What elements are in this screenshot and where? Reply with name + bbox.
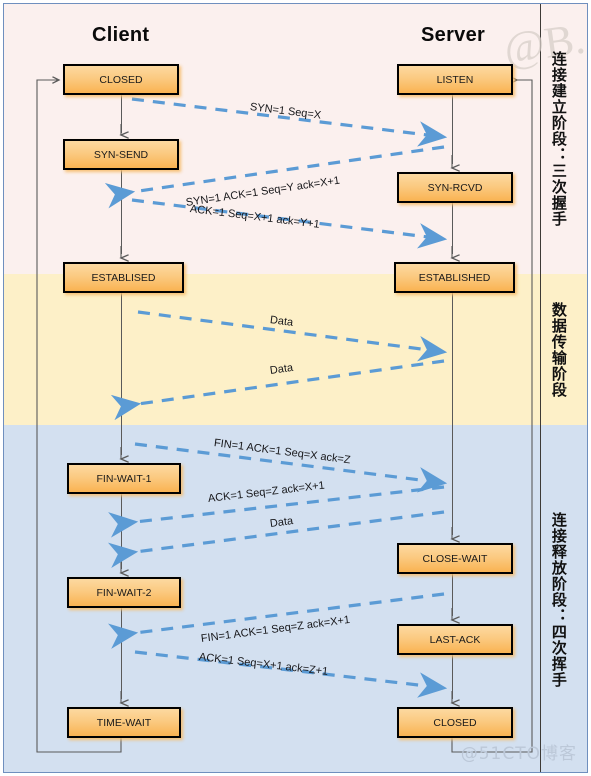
state-node-server-closed: CLOSED [397,707,513,738]
lifeline-server-1 [452,95,453,164]
state-node-server-last-ack: LAST-ACK [397,624,513,655]
state-node-label: SYN-RCVD [427,181,483,194]
phase-label-release: 连接释放阶段：四次挥手 [549,511,568,688]
state-node-client-fin-wait-2: FIN-WAIT-2 [67,577,181,608]
phase-label-data: 数据传输阶段 [549,301,568,398]
state-node-label: CLOSED [99,73,143,86]
lifeline-client-3 [121,293,122,455]
lifeline-server-3 [452,293,453,535]
state-node-label: LISTEN [436,73,474,86]
phase-label-handshake: 连接建立阶段：三次握手 [549,51,568,227]
state-node-label: ESTABLISED [91,271,156,284]
state-node-client-establised: ESTABLISED [63,262,184,293]
tcp-state-diagram: @B. Client Server CLOSED SYN-SEND ESTABL… [0,0,591,776]
state-node-label: CLOSE-WAIT [422,552,488,565]
lifeline-client-1 [121,95,122,133]
state-node-label: CLOSED [433,716,477,729]
state-node-client-syn-send: SYN-SEND [63,139,179,170]
state-node-label: LAST-ACK [429,633,481,646]
state-node-label: TIME-WAIT [96,716,152,729]
lifeline-client-2 [121,170,122,254]
phase-band-data [4,274,587,426]
column-title-client: Client [92,24,150,46]
lifeline-server-5 [452,655,453,699]
state-node-client-time-wait: TIME-WAIT [67,707,181,738]
state-node-label: ESTABLISHED [418,271,491,284]
state-node-client-fin-wait-1: FIN-WAIT-1 [67,463,181,494]
lifeline-server-4 [452,574,453,616]
state-node-label: FIN-WAIT-2 [96,586,152,599]
state-node-label: FIN-WAIT-1 [96,472,152,485]
lifeline-client-5 [121,608,122,699]
diagram-frame: @B. Client Server CLOSED SYN-SEND ESTABL… [3,3,588,773]
state-node-server-close-wait: CLOSE-WAIT [397,543,513,574]
column-title-server: Server [421,24,486,46]
state-node-server-established: ESTABLISHED [394,262,515,293]
lifeline-server-2 [452,203,453,254]
state-node-client-closed: CLOSED [63,64,179,95]
state-node-server-syn-rcvd: SYN-RCVD [397,172,513,203]
state-node-label: SYN-SEND [93,148,149,161]
lifeline-client-4 [121,494,122,569]
state-node-server-listen: LISTEN [397,64,513,95]
